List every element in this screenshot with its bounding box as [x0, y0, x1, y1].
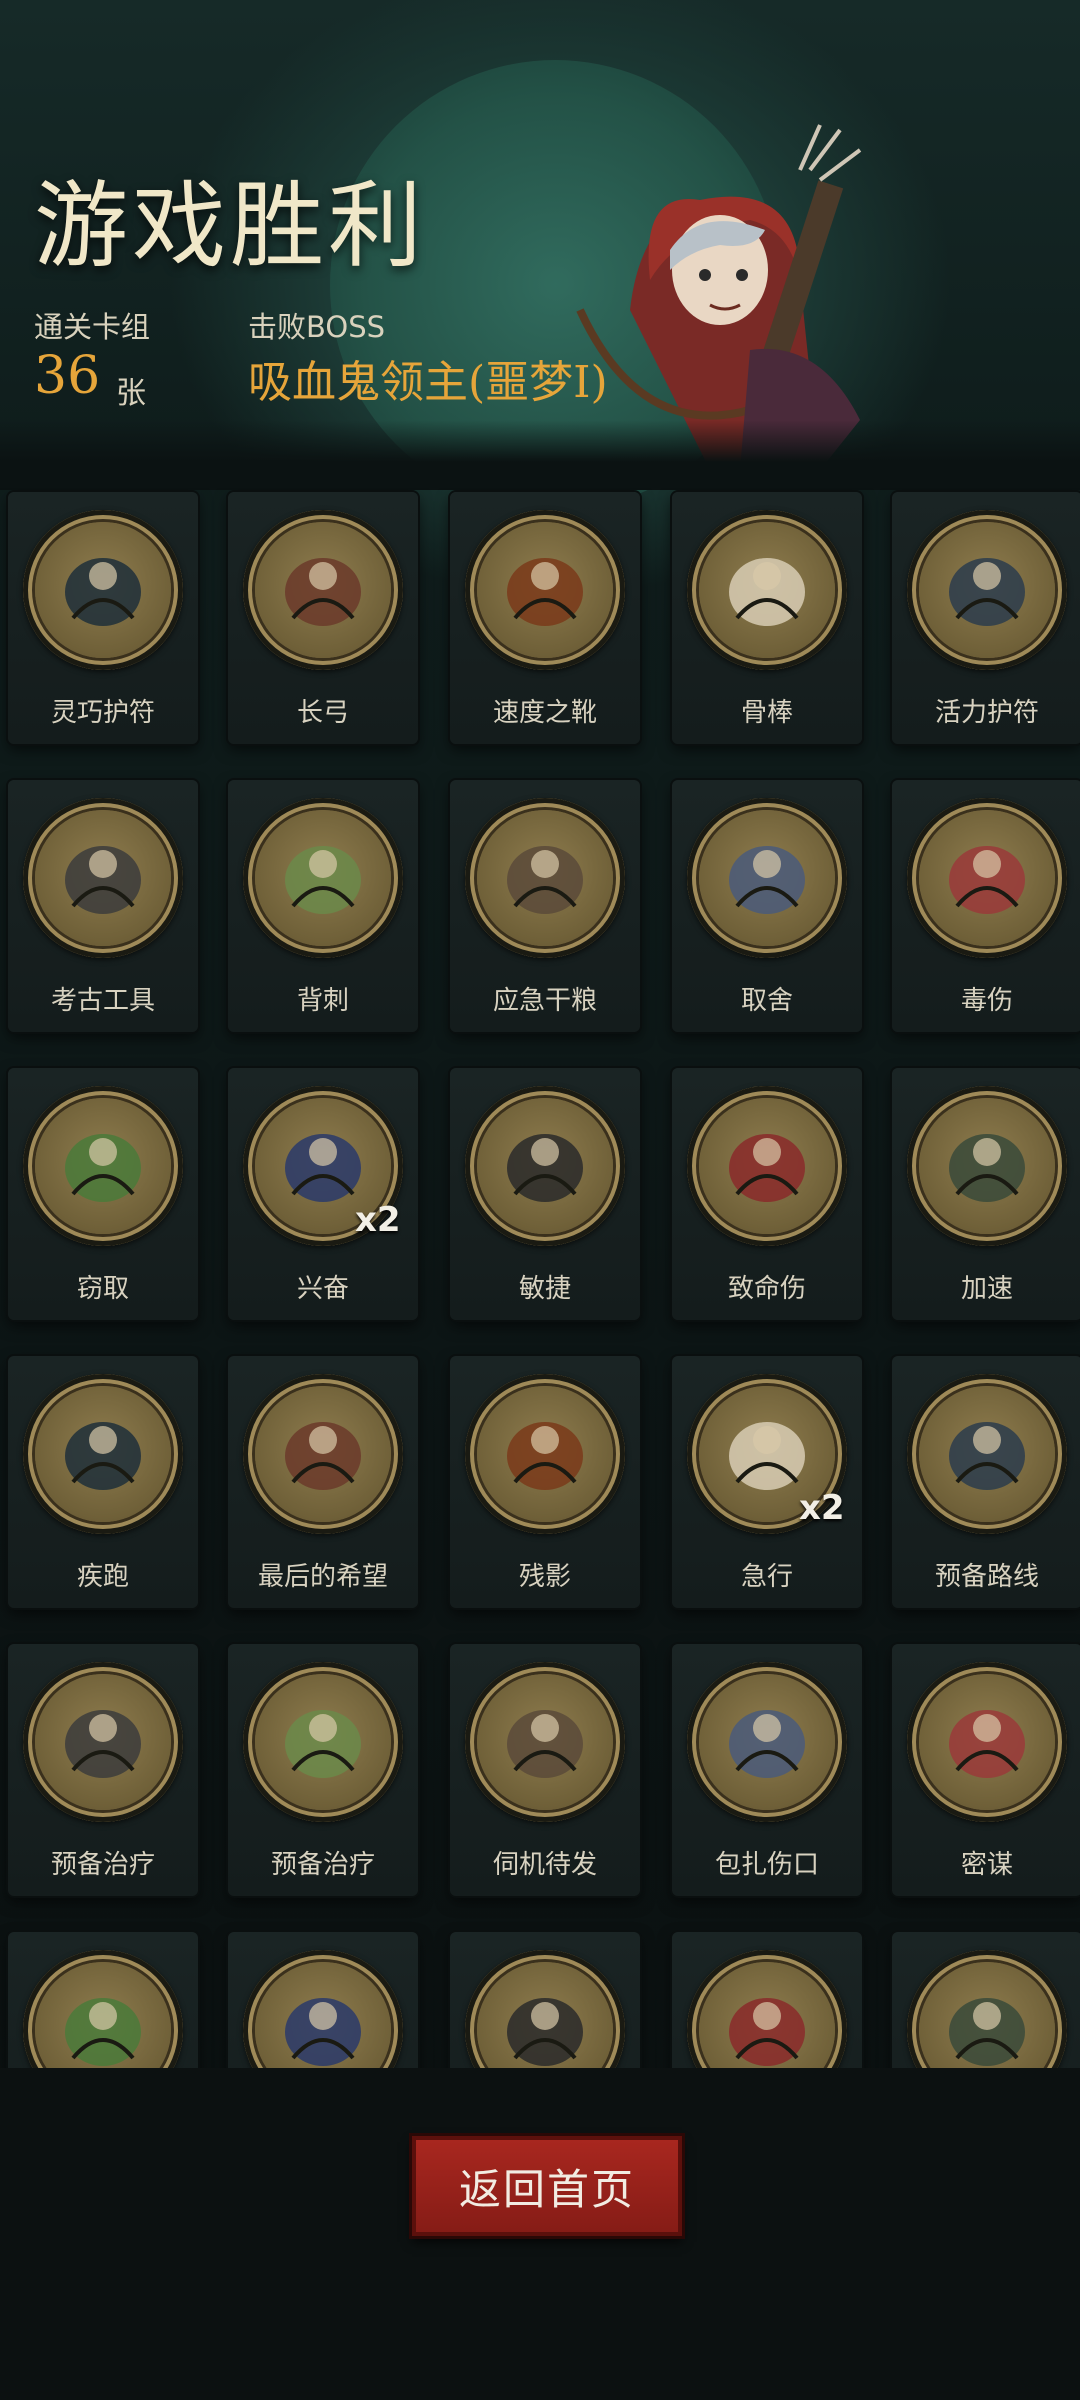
card-item[interactable]: [450, 1932, 640, 2068]
card-item[interactable]: 骨棒: [672, 492, 862, 744]
bone-club-icon: [687, 510, 847, 670]
page-title: 游戏胜利: [34, 172, 427, 281]
sage-icon: [687, 798, 847, 958]
card-item[interactable]: 取舍: [672, 780, 862, 1032]
card-name: 加速: [960, 1274, 1013, 1304]
witch-icon: [907, 1086, 1067, 1246]
group-icon: [465, 1950, 625, 2068]
card-item[interactable]: 长弓: [228, 492, 418, 744]
card-name: 预备治疗: [270, 1850, 375, 1880]
card-count-badge: x2: [799, 1488, 845, 1528]
card-name: 包扎伤口: [714, 1850, 819, 1880]
card-name: 活力护符: [934, 698, 1039, 728]
card-name: 长弓: [296, 698, 349, 728]
card-item[interactable]: 急行 x2: [672, 1356, 862, 1608]
sprint-icon: [23, 1374, 183, 1534]
card-name: 取舍: [740, 986, 793, 1016]
card-name: 预备路线: [934, 1562, 1039, 1592]
goblin-icon: [23, 1086, 183, 1246]
card-name: 致命伤: [727, 1274, 806, 1304]
card-name: 预备治疗: [50, 1850, 155, 1880]
card-name: 窃取: [76, 1274, 129, 1304]
card-name: 灵巧护符: [50, 698, 155, 728]
card-name: 疾跑: [76, 1562, 129, 1592]
deck-unit: 张: [116, 376, 146, 411]
card-item[interactable]: 兴奋 x2: [228, 1068, 418, 1320]
card-name: 速度之靴: [492, 698, 597, 728]
card-name: 兴奋: [296, 1274, 349, 1304]
cat-icon: [465, 1086, 625, 1246]
poison-icon: [907, 798, 1067, 958]
card-item[interactable]: 窃取: [8, 1068, 198, 1320]
map-icon: [907, 1374, 1067, 1534]
backstab-icon: [243, 798, 403, 958]
card-item[interactable]: 背刺: [228, 780, 418, 1032]
card-name: 密谋: [960, 1850, 1013, 1880]
card-item[interactable]: 考古工具: [8, 780, 198, 1032]
return-home-button[interactable]: 返回首页: [412, 2136, 682, 2236]
hooded-icon: [907, 1662, 1067, 1822]
card-item[interactable]: 密谋: [892, 1644, 1080, 1896]
rations-icon: [465, 798, 625, 958]
plague-doctor-icon: [687, 1662, 847, 1822]
card-item[interactable]: 速度之靴: [450, 492, 640, 744]
amulet-icon: [23, 510, 183, 670]
card-name: 毒伤: [960, 986, 1013, 1016]
wound-icon: [687, 1086, 847, 1246]
hero-illustration: [576, 124, 862, 470]
card-item[interactable]: [892, 1932, 1080, 2068]
card-item[interactable]: 预备治疗: [228, 1644, 418, 1896]
card-item[interactable]: 伺机待发: [450, 1644, 640, 1896]
fighter-icon: [243, 1950, 403, 2068]
card-name: 急行: [740, 1562, 793, 1592]
card-name: 背刺: [296, 986, 349, 1016]
card-item[interactable]: 敏捷: [450, 1068, 640, 1320]
heart-icon: [243, 1662, 403, 1822]
card-item[interactable]: [228, 1932, 418, 2068]
card-item[interactable]: 最后的希望: [228, 1356, 418, 1608]
card-count-badge: x2: [355, 1200, 401, 1240]
card-name: 考古工具: [50, 986, 155, 1016]
result-header: 游戏胜利 通关卡组 36 张 击败BOSS 吸血鬼领主(噩梦I): [0, 0, 1080, 470]
card-name: 敏捷: [518, 1274, 571, 1304]
card-name: 伺机待发: [492, 1850, 597, 1880]
tools-icon: [23, 798, 183, 958]
card-item[interactable]: [8, 1932, 198, 2068]
boot-icon: [465, 510, 625, 670]
afterimage-icon: [465, 1374, 625, 1534]
deck-count: 36: [34, 346, 101, 406]
card-item[interactable]: 活力护符: [892, 492, 1080, 744]
card-item[interactable]: [672, 1932, 862, 2068]
card-item[interactable]: 灵巧护符: [8, 492, 198, 744]
detective-icon: [687, 1950, 847, 2068]
card-item[interactable]: 疾跑: [8, 1356, 198, 1608]
bird-icon: [23, 1950, 183, 2068]
girl-icon: [243, 1374, 403, 1534]
card-name: 骨棒: [740, 698, 793, 728]
scholar-icon: [907, 1950, 1067, 2068]
card-item[interactable]: 预备路线: [892, 1356, 1080, 1608]
card-item[interactable]: 残影: [450, 1356, 640, 1608]
bow-icon: [243, 510, 403, 670]
boss-name: 吸血鬼领主(噩梦I): [248, 357, 608, 408]
ninja-icon: [465, 1662, 625, 1822]
card-item[interactable]: 应急干粮: [450, 780, 640, 1032]
card-item[interactable]: 包扎伤口: [672, 1644, 862, 1896]
card-item[interactable]: 致命伤: [672, 1068, 862, 1320]
card-item[interactable]: 加速: [892, 1068, 1080, 1320]
amulet-icon: [907, 510, 1067, 670]
card-item[interactable]: 毒伤: [892, 780, 1080, 1032]
card-name: 最后的希望: [257, 1562, 388, 1592]
deck-label: 通关卡组: [34, 310, 151, 344]
card-item[interactable]: 预备治疗: [8, 1644, 198, 1896]
ground-silhouette: [0, 420, 1080, 490]
boss-label: 击败BOSS: [248, 310, 386, 344]
card-name: 残影: [518, 1562, 571, 1592]
card-name: 应急干粮: [492, 986, 597, 1016]
card-grid: 灵巧护符 长弓 速度之靴 骨棒 活力护符考古工具 背刺 应急干粮 取舍 毒伤窃取 兴奋 x2 敏捷 致命…: [0, 488, 1080, 2068]
heart-icon: [23, 1662, 183, 1822]
